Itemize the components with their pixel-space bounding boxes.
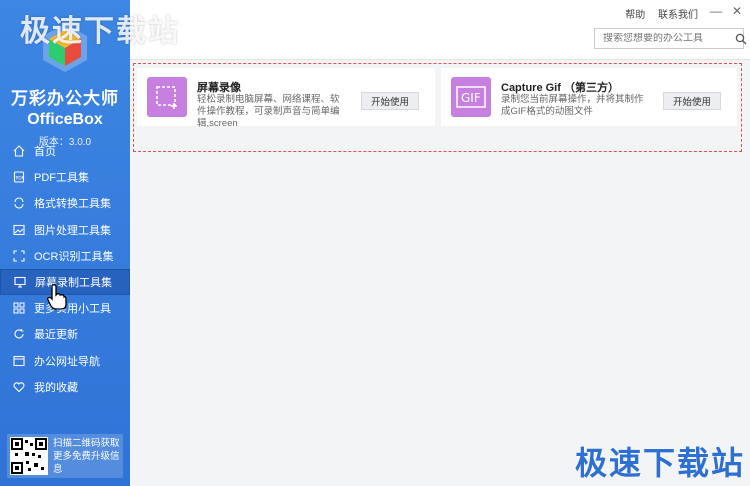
sidebar-item-label: 办公网址导航 <box>34 355 100 368</box>
top-bar: 帮助 联系我们 — ✕ <box>130 0 750 60</box>
help-link[interactable]: 帮助 <box>625 10 645 21</box>
browser-icon <box>12 354 26 368</box>
refresh-icon <box>12 327 26 341</box>
svg-text:PDF: PDF <box>16 176 25 182</box>
sidebar-item-label: 图片处理工具集 <box>34 224 111 237</box>
sidebar-item-navigation[interactable]: 办公网址导航 <box>0 348 130 374</box>
search-input[interactable] <box>603 33 735 44</box>
sidebar-item-ocr[interactable]: OCR识别工具集 <box>0 243 130 269</box>
top-links: 帮助 联系我们 <box>615 6 698 21</box>
gif-icon-text: GIF <box>461 91 481 105</box>
sidebar: 万彩办公大师 OfficeBox 版本：3.0.0 首页 PDF PDF工具集 … <box>0 0 130 486</box>
sidebar-item-home[interactable]: 首页 <box>0 138 130 164</box>
sidebar-item-image[interactable]: 图片处理工具集 <box>0 217 130 243</box>
convert-icon <box>12 196 26 210</box>
minimize-icon[interactable]: — <box>710 4 722 18</box>
sidebar-item-recent[interactable]: 最近更新 <box>0 321 130 347</box>
sidebar-item-favorites[interactable]: 我的收藏 <box>0 374 130 400</box>
ocr-icon <box>12 249 26 263</box>
close-icon[interactable]: ✕ <box>732 4 742 18</box>
gif-icon: GIF <box>451 77 491 117</box>
qr-text: 扫描二维码获取 更多免费升级信息 <box>53 437 120 476</box>
sidebar-nav: 首页 PDF PDF工具集 格式转换工具集 图片处理工具集 OCR识别工具集 屏… <box>0 138 130 400</box>
sidebar-item-convert[interactable]: 格式转换工具集 <box>0 190 130 216</box>
tool-title: Capture Gif （第三方） <box>501 82 619 94</box>
sidebar-item-label: 最近更新 <box>34 329 78 342</box>
app-subtitle: OfficeBox <box>27 111 103 128</box>
start-button[interactable]: 开始使用 <box>361 92 419 110</box>
qr-promo[interactable]: 扫描二维码获取 更多免费升级信息 <box>7 434 123 478</box>
tool-card-capture-gif[interactable]: GIF Capture Gif （第三方） 录制您当前屏幕操作，并将其制作成GI… <box>441 68 737 126</box>
main-content: 屏幕录像 轻松录制电脑屏幕、网络课程、软件操作教程，可录制声音与简单编辑,scr… <box>130 61 750 486</box>
tool-description: 轻松录制电脑屏幕、网络课程、软件操作教程，可录制声音与简单编辑,screen <box>197 94 340 129</box>
home-icon <box>12 144 26 158</box>
tool-card-screen-recorder[interactable]: 屏幕录像 轻松录制电脑屏幕、网络课程、软件操作教程，可录制声音与简单编辑,scr… <box>137 68 435 129</box>
hand-cursor-icon <box>46 283 68 314</box>
watermark-bottom: 极速下载站 <box>575 445 746 481</box>
search-box[interactable] <box>594 28 747 49</box>
sidebar-item-label: 首页 <box>34 146 56 158</box>
image-icon <box>12 223 26 237</box>
sidebar-item-label: 格式转换工具集 <box>34 198 111 211</box>
grid-icon <box>12 301 26 315</box>
app-name: 万彩办公大师 <box>11 89 119 108</box>
qr-code-icon <box>10 437 48 475</box>
watermark-top: 极速下载站 <box>20 15 180 48</box>
tool-title: 屏幕录像 <box>197 82 241 94</box>
tool-description: 录制您当前屏幕操作，并将其制作成GIF格式的动图文件 <box>501 94 644 117</box>
pdf-icon: PDF <box>12 170 26 184</box>
sidebar-item-label: 我的收藏 <box>34 381 78 394</box>
screen-record-icon <box>147 77 187 117</box>
start-button[interactable]: 开始使用 <box>663 92 721 110</box>
sidebar-item-label: OCR识别工具集 <box>34 250 114 263</box>
qr-line-1: 扫描二维码获取 <box>53 437 120 449</box>
contact-link[interactable]: 联系我们 <box>658 10 698 21</box>
qr-line-2: 更多免费升级信息 <box>53 450 120 475</box>
monitor-icon <box>13 275 27 289</box>
search-icon[interactable] <box>735 33 747 45</box>
sidebar-item-pdf[interactable]: PDF PDF工具集 <box>0 164 130 190</box>
sidebar-item-label: PDF工具集 <box>34 172 89 185</box>
heart-icon <box>12 380 26 394</box>
